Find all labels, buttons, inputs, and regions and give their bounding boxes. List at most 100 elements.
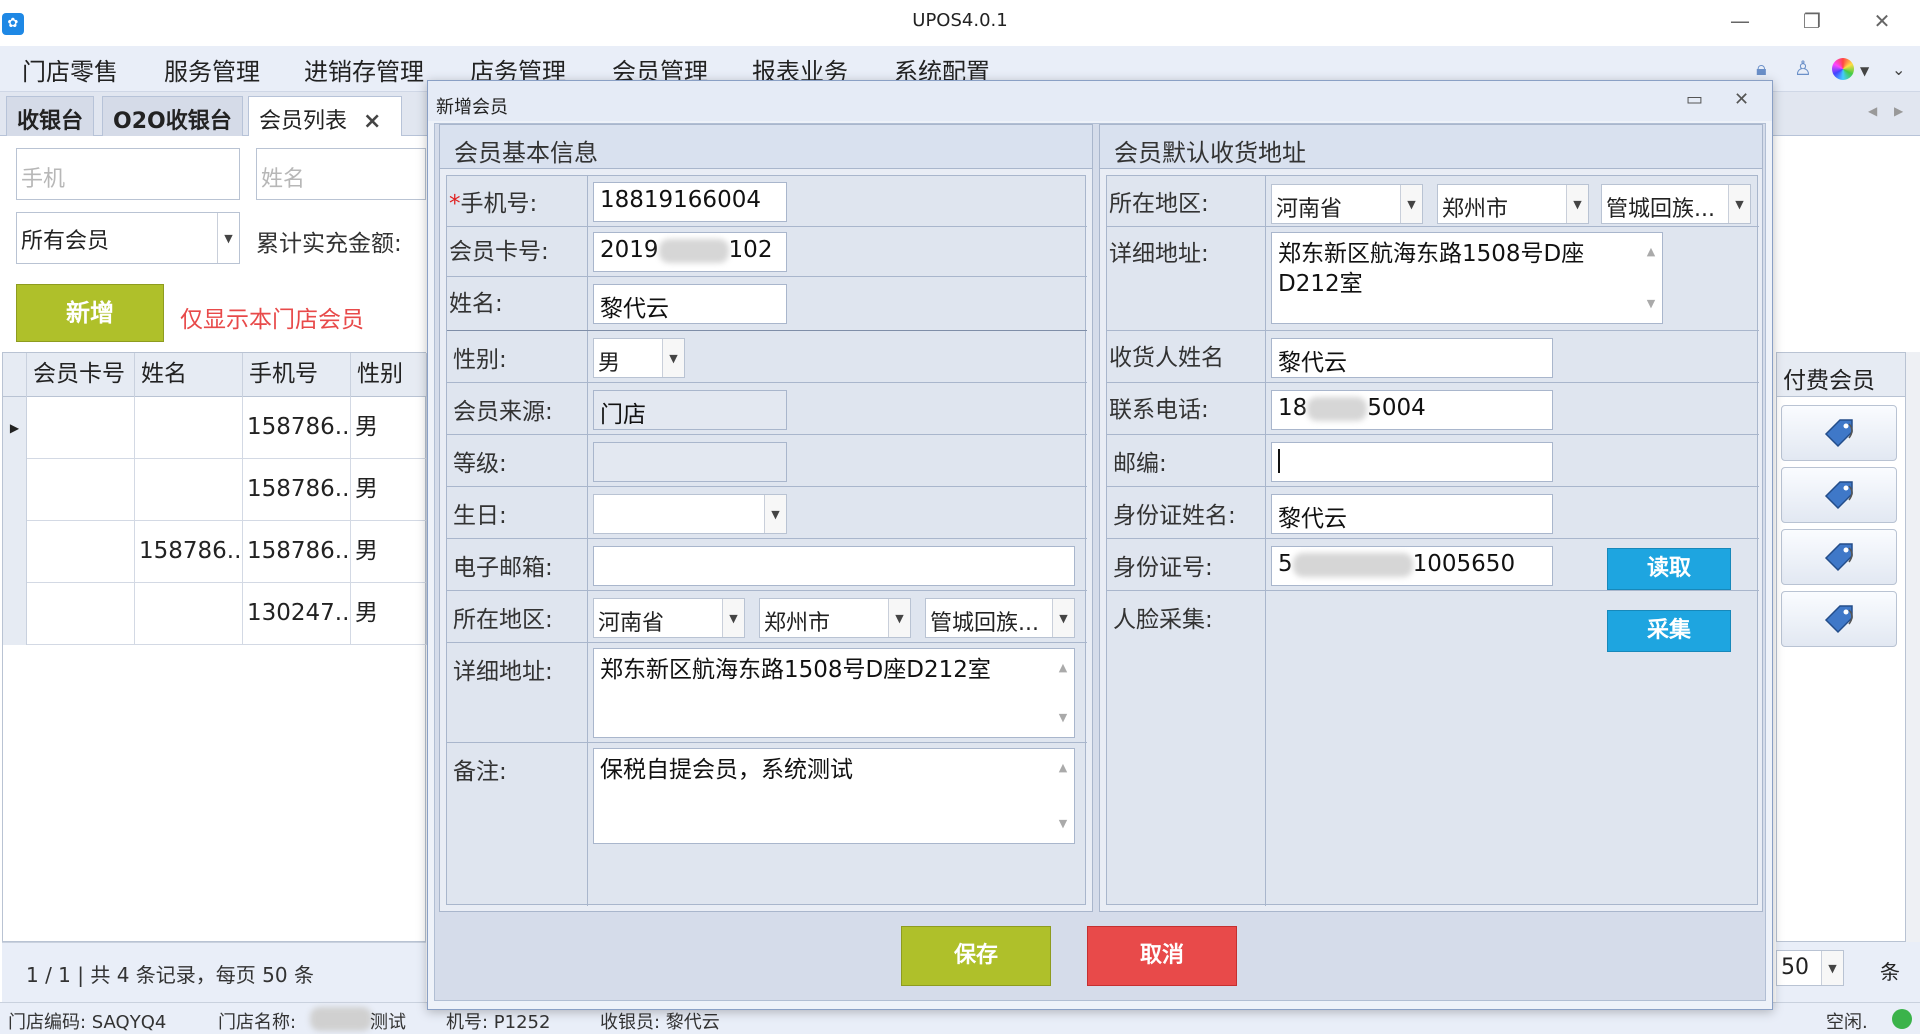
paid-member-tag-button[interactable] [1781, 591, 1897, 647]
header-card-no[interactable]: 会员卡号 [27, 353, 135, 397]
add-member-button[interactable]: 新增 [16, 284, 164, 342]
dialog-close-button[interactable]: ✕ [1734, 89, 1749, 110]
cell-name [135, 459, 243, 521]
page-size-select[interactable]: 50 ▼ [1776, 950, 1844, 986]
header-name[interactable]: 姓名 [135, 353, 243, 397]
id-number-field[interactable]: 5 1005650 [1271, 546, 1553, 586]
cell-card-no [27, 459, 135, 521]
header-phone[interactable]: 手机号 [243, 353, 351, 397]
card-number-field[interactable]: 2019 102 [593, 232, 787, 272]
row-divider [447, 330, 1087, 331]
paid-member-tag-button[interactable] [1781, 529, 1897, 585]
receiver-name-field[interactable]: 黎代云 [1271, 338, 1553, 378]
cell-name: 158786... [135, 521, 243, 583]
district-select[interactable]: 管城回族... ▼ [925, 598, 1075, 638]
read-id-button[interactable]: 读取 [1607, 548, 1731, 590]
restore-button[interactable]: ❐ [1792, 6, 1832, 36]
lock-icon[interactable]: 🔒︎ [1756, 56, 1767, 80]
remark-textarea[interactable]: 保税自提会员，系统测试 ▲ ▼ [593, 748, 1075, 844]
table-row[interactable]: 130247... 男 [3, 583, 427, 645]
contact-phone-field[interactable]: 18 5004 [1271, 390, 1553, 430]
name-search-input[interactable]: 姓名 [256, 148, 426, 200]
ship-address-textarea[interactable]: 郑东新区航海东路1508号D座D212室 ▲ ▼ [1271, 232, 1663, 324]
tab-o2o-cashier[interactable]: O2O收银台 [102, 96, 243, 136]
cell-gender: 男 [351, 521, 427, 583]
header-paid-member[interactable]: 付费会员 [1777, 353, 1905, 397]
tab-cashier[interactable]: 收银台 [6, 96, 95, 136]
menu-service[interactable]: 服务管理 [164, 52, 260, 87]
paid-member-tag-button[interactable] [1781, 467, 1897, 523]
table-row[interactable]: 158786... 男 [3, 459, 427, 521]
theme-color-icon[interactable] [1832, 58, 1854, 80]
source-field: 门店 [593, 390, 787, 430]
page-size-value: 50 [1781, 955, 1809, 980]
ship-province-select[interactable]: 河南省 ▼ [1271, 184, 1423, 224]
minimize-button[interactable]: — [1720, 6, 1760, 36]
paid-member-tag-button[interactable] [1781, 405, 1897, 461]
cell-name [135, 397, 243, 459]
user-icon[interactable]: ♙ [1794, 56, 1812, 80]
address-value: 郑东新区航海东路1508号D座D212室 [600, 657, 991, 683]
chevron-down-icon: ▼ [764, 495, 786, 533]
cell-gender: 男 [351, 397, 427, 459]
member-filter-select[interactable]: 所有会员 ▼ [16, 212, 240, 264]
row-divider [1107, 590, 1759, 591]
ship-city-select[interactable]: 郑州市 ▼ [1437, 184, 1589, 224]
textarea-scrollbar[interactable]: ▲ ▼ [1054, 653, 1072, 733]
province-select[interactable]: 河南省 ▼ [593, 598, 745, 638]
ship-district-select[interactable]: 管城回族... ▼ [1601, 184, 1751, 224]
form-divider [1265, 176, 1266, 906]
ship-address-value: 郑东新区航海东路1508号D座D212室 [1278, 241, 1585, 297]
tab-scroll-left-icon[interactable]: ◀ [1868, 104, 1877, 118]
menu-inventory[interactable]: 进销存管理 [304, 52, 424, 87]
tab-scroll-right-icon[interactable]: ▶ [1894, 104, 1903, 118]
city-select[interactable]: 郑州市 ▼ [759, 598, 911, 638]
row-divider [447, 486, 1087, 487]
row-divider [447, 538, 1087, 539]
cashier-name: 收银员: 黎代云 [600, 1012, 720, 1033]
theme-dropdown-icon[interactable]: ▼ [1860, 64, 1869, 78]
level-field[interactable] [593, 442, 787, 482]
gender-select[interactable]: 男 ▼ [593, 338, 685, 378]
phone-field[interactable]: 18819166004 [593, 182, 787, 222]
dialog-title-bar: 新增会员 [428, 81, 1772, 121]
contact-phone-suffix: 5004 [1367, 395, 1426, 421]
zip-field[interactable] [1271, 442, 1553, 482]
row-divider [447, 742, 1087, 743]
province-value: 河南省 [598, 611, 665, 636]
gender-value: 男 [598, 351, 621, 376]
row-divider [447, 382, 1087, 383]
paid-member-column: 付费会员 [1776, 352, 1906, 942]
chevron-down-icon: ▼ [1566, 185, 1588, 223]
cancel-button[interactable]: 取消 [1087, 926, 1237, 986]
row-divider [447, 590, 1087, 591]
textarea-scrollbar[interactable]: ▲ ▼ [1054, 753, 1072, 839]
basic-info-group: 会员基本信息 *手机号: 会员卡号: 姓名: 性别: 会员来源: 等级: 生日:… [439, 124, 1093, 912]
birthday-picker[interactable]: ▼ [593, 494, 787, 534]
table-row[interactable]: 158786... 158786... 男 [3, 521, 427, 583]
close-tab-icon[interactable]: × [363, 109, 381, 134]
ship-province-value: 河南省 [1276, 197, 1343, 222]
grid-vertical-scrollbar[interactable] [1906, 352, 1920, 942]
price-tag-icon [1824, 419, 1853, 448]
table-row[interactable]: ▶ 158786... 男 [3, 397, 427, 459]
textarea-scrollbar[interactable]: ▲ ▼ [1642, 237, 1660, 319]
tab-member-list[interactable]: 会员列表 × [248, 96, 402, 136]
phone-search-input[interactable]: 手机 [16, 148, 240, 200]
address-textarea[interactable]: 郑东新区航海东路1508号D座D212室 ▲ ▼ [593, 648, 1075, 738]
capture-face-button[interactable]: 采集 [1607, 610, 1731, 652]
chevron-down-icon: ▼ [1821, 951, 1843, 985]
dialog-minimize-button[interactable]: ▭ [1686, 89, 1703, 110]
city-value: 郑州市 [764, 611, 831, 636]
name-field[interactable]: 黎代云 [593, 284, 787, 324]
chevron-down-icon: ▼ [1400, 185, 1422, 223]
email-field[interactable] [593, 546, 1075, 586]
store-only-checkbox-label[interactable]: 仅显示本门店会员 [180, 300, 364, 334]
collapse-chevron-icon[interactable]: ⌄ [1892, 60, 1905, 79]
save-button[interactable]: 保存 [901, 926, 1051, 986]
close-window-button[interactable]: ✕ [1862, 6, 1902, 36]
price-tag-icon [1824, 605, 1853, 634]
id-name-field[interactable]: 黎代云 [1271, 494, 1553, 534]
header-gender[interactable]: 性别 [351, 353, 427, 397]
menu-retail[interactable]: 门店零售 [22, 52, 118, 87]
